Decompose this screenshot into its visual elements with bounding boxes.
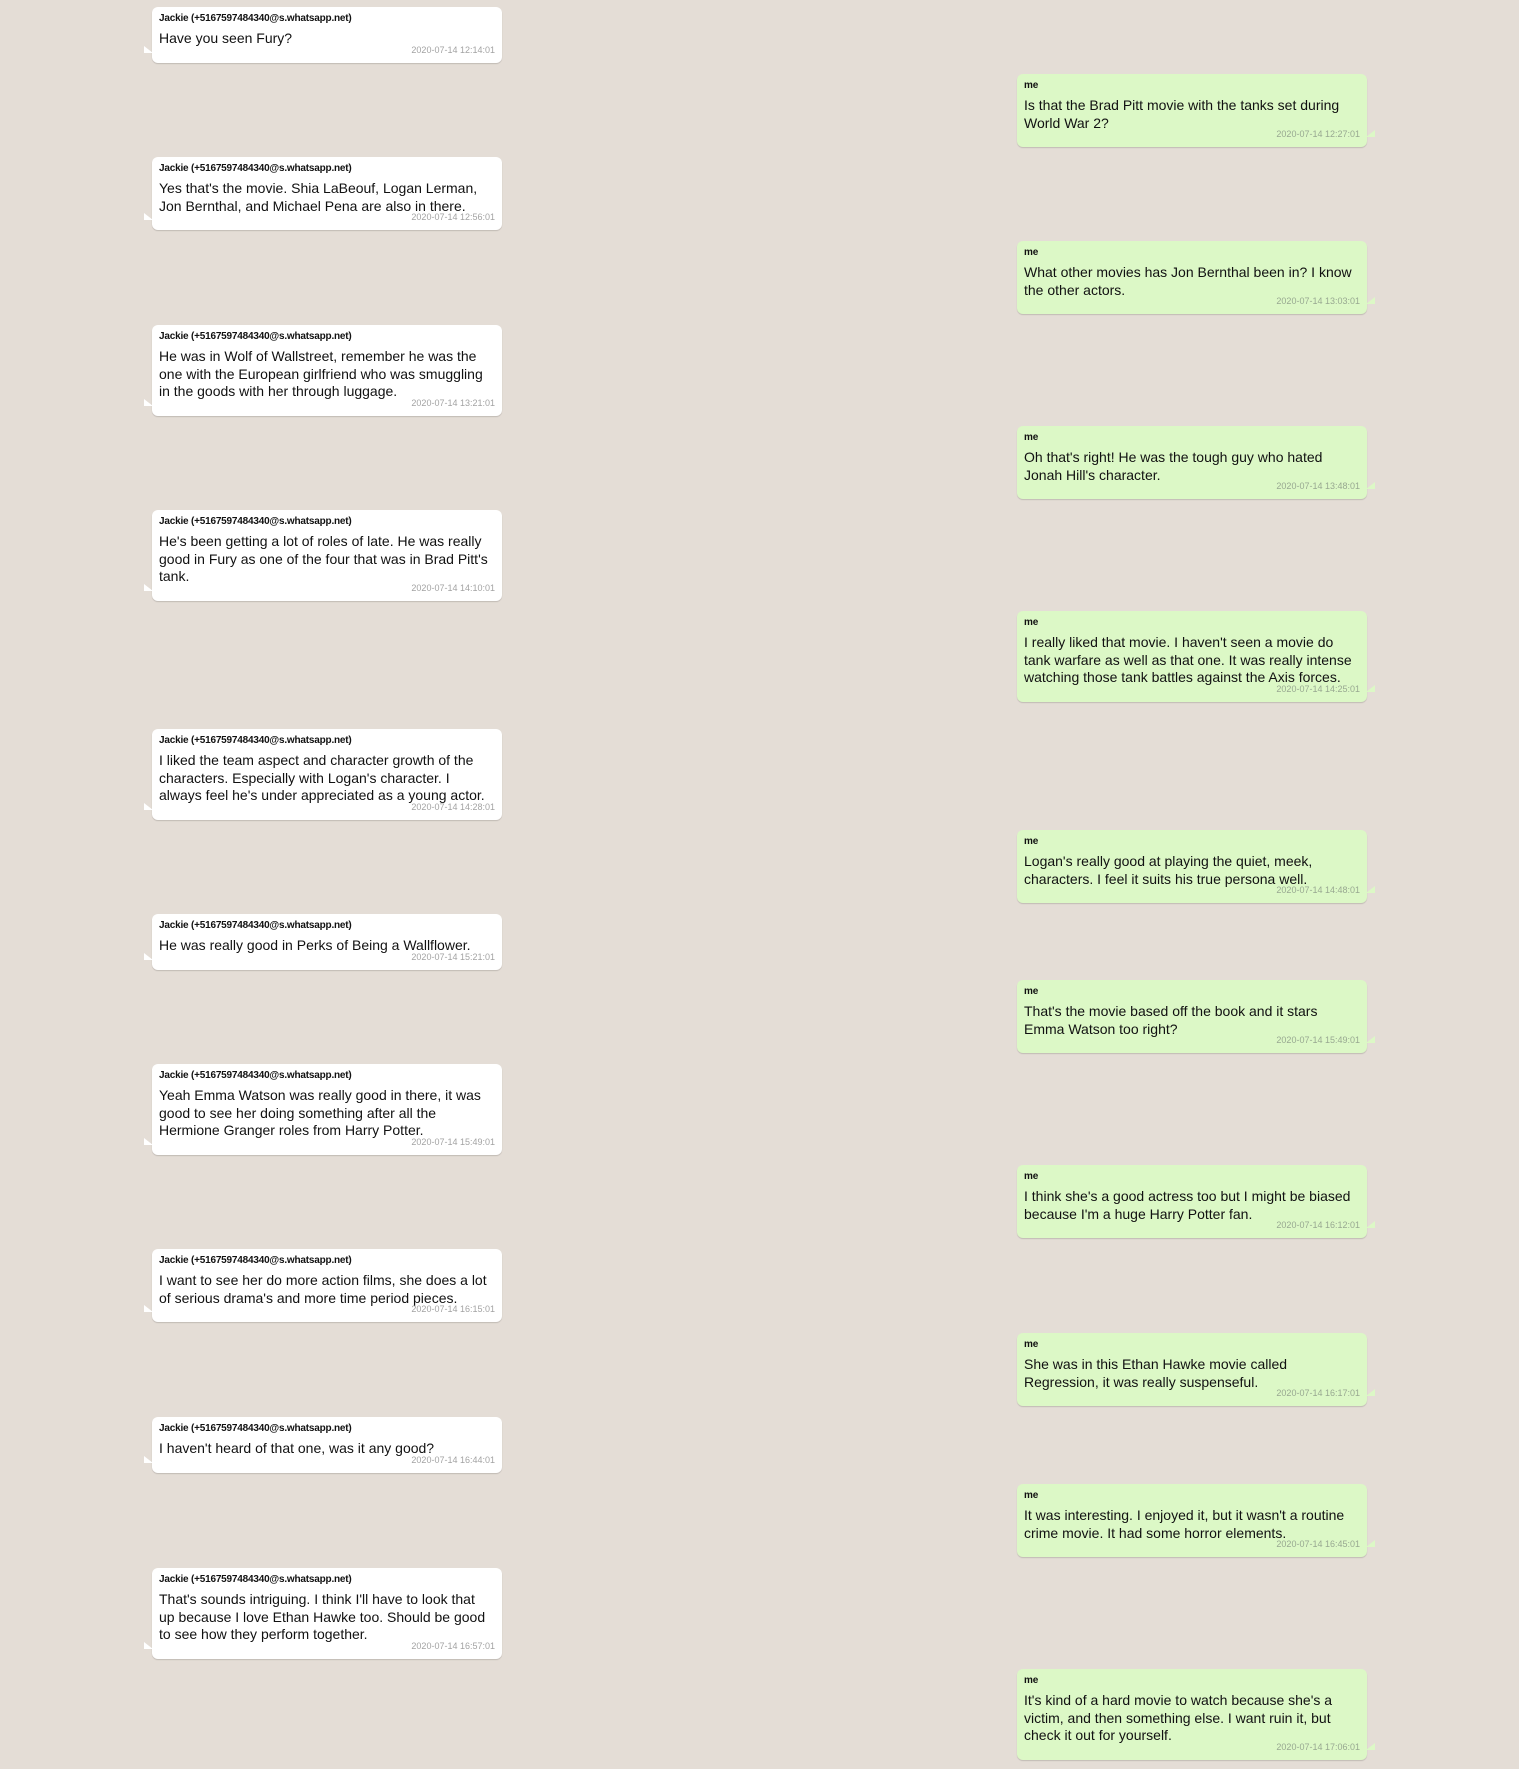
message-text: That's sounds intriguing. I think I'll h… bbox=[159, 1591, 486, 1642]
message-text: I really liked that movie. I haven't see… bbox=[1024, 634, 1352, 685]
message-sender: Jackie (+5167597484340@s.whatsapp.net) bbox=[159, 331, 352, 342]
message-sender: Jackie (+5167597484340@s.whatsapp.net) bbox=[159, 516, 352, 527]
message-incoming: Jackie (+5167597484340@s.whatsapp.net) I… bbox=[144, 1249, 502, 1322]
message-sender: me bbox=[1024, 1339, 1039, 1350]
message-text: Yes that's the movie. Shia LaBeouf, Loga… bbox=[159, 180, 478, 214]
message-text: Logan's really good at playing the quiet… bbox=[1024, 853, 1313, 887]
message-incoming: Jackie (+5167597484340@s.whatsapp.net) Y… bbox=[144, 157, 502, 230]
message-incoming: Jackie (+5167597484340@s.whatsapp.net) I… bbox=[144, 1417, 502, 1473]
message-sender: me bbox=[1024, 1490, 1039, 1501]
message-incoming: Jackie (+5167597484340@s.whatsapp.net) H… bbox=[144, 914, 502, 970]
message-sender: Jackie (+5167597484340@s.whatsapp.net) bbox=[159, 13, 352, 24]
message-outgoing: me I think she's a good actress too but … bbox=[1017, 1165, 1375, 1238]
message-text: Yeah Emma Watson was really good in ther… bbox=[159, 1087, 481, 1138]
message-sender: me bbox=[1024, 1675, 1039, 1686]
message-sender: me bbox=[1024, 986, 1039, 997]
message-text: That's the movie based off the book and … bbox=[1024, 1003, 1318, 1037]
message-outgoing: me Oh that's right! He was the tough guy… bbox=[1017, 426, 1375, 499]
message-text: Oh that's right! He was the tough guy wh… bbox=[1024, 449, 1323, 483]
message-sender: Jackie (+5167597484340@s.whatsapp.net) bbox=[159, 163, 352, 174]
message-outgoing: me Is that the Brad Pitt movie with the … bbox=[1017, 74, 1375, 147]
message-outgoing: me She was in this Ethan Hawke movie cal… bbox=[1017, 1333, 1375, 1406]
message-text: He's been getting a lot of roles of late… bbox=[159, 533, 488, 584]
message-sender: me bbox=[1024, 247, 1039, 258]
message-text: He was in Wolf of Wallstreet, remember h… bbox=[159, 348, 483, 399]
message-sender: Jackie (+5167597484340@s.whatsapp.net) bbox=[159, 920, 352, 931]
message-outgoing: me What other movies has Jon Bernthal be… bbox=[1017, 241, 1375, 314]
message-text: It's kind of a hard movie to watch becau… bbox=[1024, 1692, 1333, 1743]
message-sender: Jackie (+5167597484340@s.whatsapp.net) bbox=[159, 1255, 352, 1266]
message-text: I liked the team aspect and character gr… bbox=[159, 752, 485, 803]
message-incoming: Jackie (+5167597484340@s.whatsapp.net) H… bbox=[144, 7, 502, 63]
message-outgoing: me That's the movie based off the book a… bbox=[1017, 980, 1375, 1053]
message-sender: me bbox=[1024, 836, 1039, 847]
message-sender: Jackie (+5167597484340@s.whatsapp.net) bbox=[159, 1574, 352, 1585]
message-sender: me bbox=[1024, 1171, 1039, 1182]
message-outgoing: me Logan's really good at playing the qu… bbox=[1017, 830, 1375, 903]
message-text: She was in this Ethan Hawke movie called… bbox=[1024, 1356, 1288, 1390]
message-incoming: Jackie (+5167597484340@s.whatsapp.net) H… bbox=[144, 325, 502, 416]
message-incoming: Jackie (+5167597484340@s.whatsapp.net) H… bbox=[144, 510, 502, 601]
message-sender: me bbox=[1024, 80, 1039, 91]
message-sender: me bbox=[1024, 432, 1039, 443]
message-timestamp: 2020-07-14 14:10:01 bbox=[411, 582, 495, 593]
message-text: I want to see her do more action films, … bbox=[159, 1272, 487, 1306]
message-sender: Jackie (+5167597484340@s.whatsapp.net) bbox=[159, 1423, 352, 1434]
message-outgoing: me I really liked that movie. I haven't … bbox=[1017, 611, 1375, 702]
message-text: I think she's a good actress too but I m… bbox=[1024, 1188, 1351, 1222]
message-outgoing: me It was interesting. I enjoyed it, but… bbox=[1017, 1484, 1375, 1557]
message-text: Is that the Brad Pitt movie with the tan… bbox=[1024, 97, 1340, 131]
message-incoming: Jackie (+5167597484340@s.whatsapp.net) T… bbox=[144, 1568, 502, 1659]
message-outgoing: me It's kind of a hard movie to watch be… bbox=[1017, 1669, 1375, 1760]
message-text: It was interesting. I enjoyed it, but it… bbox=[1024, 1507, 1345, 1541]
message-text: What other movies has Jon Bernthal been … bbox=[1024, 264, 1352, 298]
message-sender: Jackie (+5167597484340@s.whatsapp.net) bbox=[159, 1070, 352, 1081]
message-incoming: Jackie (+5167597484340@s.whatsapp.net) Y… bbox=[144, 1064, 502, 1155]
message-incoming: Jackie (+5167597484340@s.whatsapp.net) I… bbox=[144, 729, 502, 820]
message-sender: Jackie (+5167597484340@s.whatsapp.net) bbox=[159, 735, 352, 746]
message-sender: me bbox=[1024, 617, 1039, 628]
